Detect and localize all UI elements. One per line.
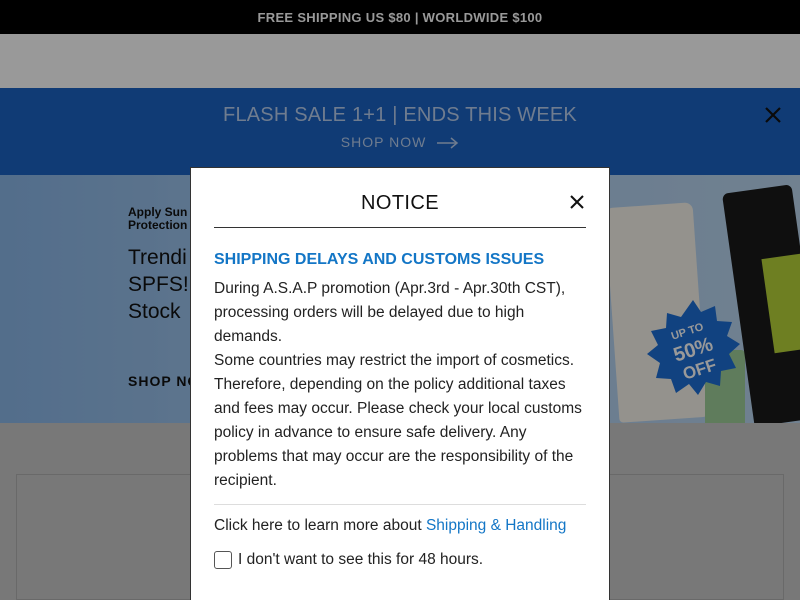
notice-body: During A.S.A.P promotion (Apr.3rd - Apr.… xyxy=(214,277,589,493)
notice-paragraph: During A.S.A.P promotion (Apr.3rd - Apr.… xyxy=(214,280,566,345)
notice-modal: NOTICE SHIPPING DELAYS AND CUSTOMS ISSUE… xyxy=(190,167,610,600)
notice-heading: SHIPPING DELAYS AND CUSTOMS ISSUES xyxy=(214,251,545,268)
dont-show-label: I don't want to see this for 48 hours. xyxy=(238,551,484,568)
learn-more-text: Click here to learn more about Shipping … xyxy=(214,517,566,535)
dont-show-checkbox[interactable] xyxy=(214,551,232,569)
notice-paragraph: Some countries may restrict the import o… xyxy=(214,352,582,489)
dont-show-again-option[interactable]: I don't want to see this for 48 hours. xyxy=(214,551,483,569)
modal-title: NOTICE xyxy=(361,192,439,214)
learn-more-prefix: Click here to learn more about xyxy=(214,517,426,534)
divider xyxy=(214,227,586,228)
divider xyxy=(214,504,586,505)
close-icon[interactable] xyxy=(569,194,585,210)
shipping-handling-link[interactable]: Shipping & Handling xyxy=(426,517,566,534)
